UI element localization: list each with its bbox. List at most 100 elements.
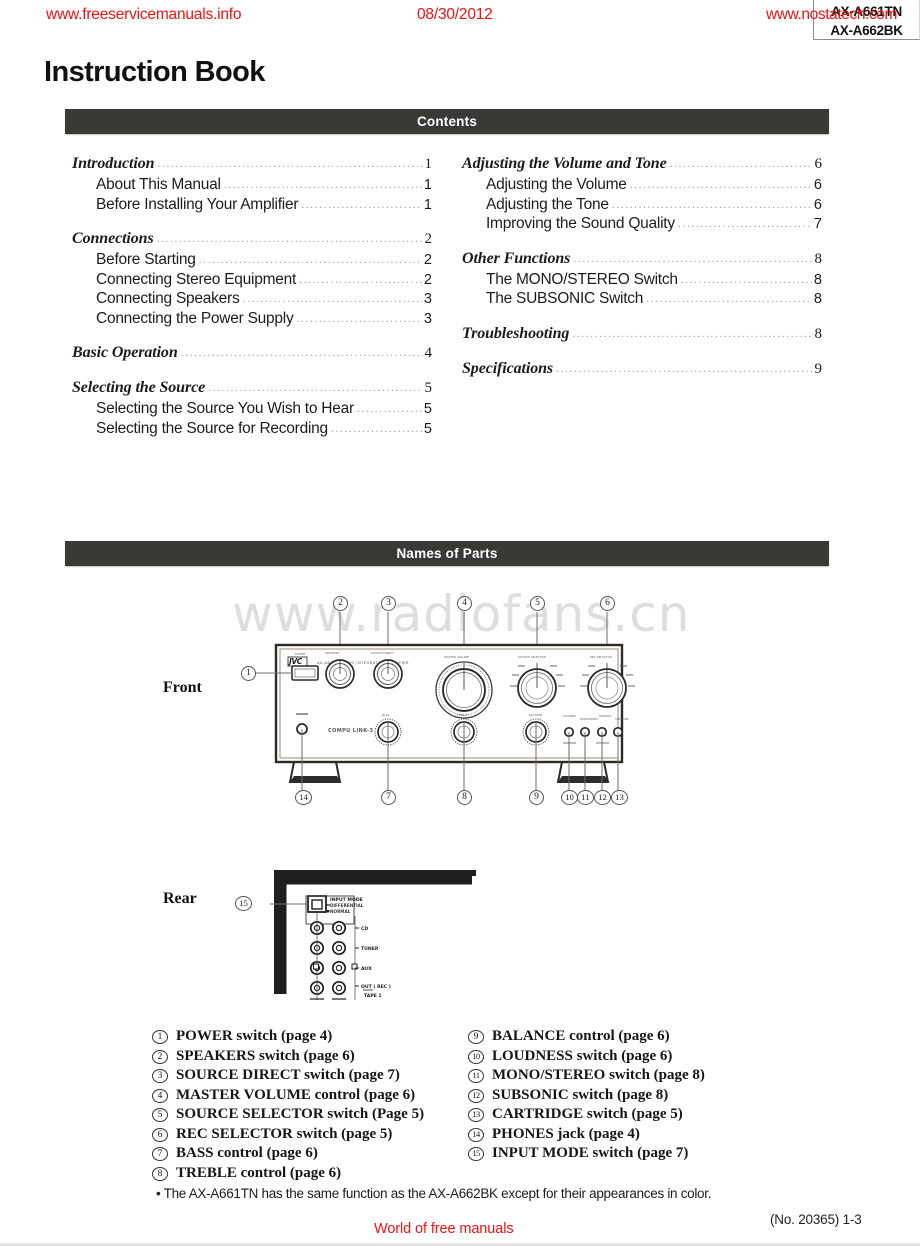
- toc-entry[interactable]: Connections.............................…: [72, 231, 432, 247]
- toc-entry-label: Before Installing Your Amplifier: [96, 195, 299, 213]
- toc-leader-dots: ........................................…: [296, 313, 422, 325]
- toc-group: Other Functions.........................…: [462, 249, 823, 307]
- svg-text:COMPU LINK-3: COMPU LINK-3: [328, 728, 374, 734]
- legend-item-text: SOURCE DIRECT switch (page 7): [176, 1067, 400, 1083]
- toc-entry-page: 8: [814, 250, 823, 267]
- legend-item-text: MONO/STEREO switch (page 8): [492, 1067, 705, 1083]
- callout-1: 1: [241, 666, 256, 681]
- contents-banner-label: Contents: [416, 114, 478, 129]
- toc-entry-page: 9: [814, 360, 823, 377]
- toc-entry[interactable]: About This Manual.......................…: [72, 177, 432, 193]
- toc-leader-dots: ........................................…: [156, 234, 423, 245]
- toc-entry-label: Improving the Sound Quality: [486, 215, 675, 232]
- callout-7: 7: [381, 790, 396, 805]
- toc-entry[interactable]: Before Installing Your Amplifier........…: [72, 195, 432, 213]
- callout-2: 2: [333, 596, 348, 611]
- toc-entry-page: 5: [424, 380, 433, 396]
- toc-entry[interactable]: Specifications..........................…: [462, 360, 823, 377]
- toc-entry-label: Adjusting the Volume and Tone: [462, 155, 667, 172]
- toc-entry-label: Selecting the Source You Wish to Hear: [96, 400, 354, 417]
- callout-13: 13: [611, 790, 628, 805]
- toc-leader-dots: ........................................…: [301, 199, 422, 211]
- legend-item-number: 6: [152, 1127, 168, 1142]
- model-number-secondary: AX-A662BK: [830, 22, 903, 38]
- toc-entry[interactable]: Connecting Stereo Equipment.............…: [72, 271, 432, 288]
- legend-item: 2 SPEAKERS switch (page 6): [152, 1048, 424, 1064]
- contents-banner: Contents: [65, 109, 829, 134]
- toc-entry[interactable]: Connecting Speakers.....................…: [72, 291, 432, 307]
- toc-leader-dots: ........................................…: [356, 404, 422, 415]
- toc-entry[interactable]: Before Starting.........................…: [72, 252, 432, 268]
- toc-column-right: Adjusting the Volume and Tone...........…: [462, 156, 822, 396]
- toc-group: Introduction............................…: [72, 156, 432, 212]
- toc-entry-page: 3: [423, 291, 432, 307]
- toc-entry-page: 8: [813, 291, 822, 307]
- svg-text:SOURCE DIRECT: SOURCE DIRECT: [371, 651, 394, 655]
- toc-column-left: Introduction............................…: [72, 156, 432, 455]
- legend-item-text: BALANCE control (page 6): [492, 1028, 670, 1044]
- toc-entry-page: 1: [423, 196, 432, 213]
- toc-entry-label: Adjusting the Volume: [486, 176, 627, 193]
- callout-10: 10: [561, 790, 578, 805]
- toc-group: Specifications..........................…: [462, 360, 823, 377]
- page-title: Instruction Book: [44, 56, 265, 88]
- callout-3: 3: [381, 596, 396, 611]
- toc-entry[interactable]: Selecting the Source You Wish to Hear...…: [72, 401, 432, 417]
- legend-item-number: 12: [468, 1088, 484, 1103]
- toc-leader-dots: ........................................…: [680, 274, 812, 286]
- legend-item-text: INPUT MODE switch (page 7): [492, 1145, 689, 1161]
- legend-item: 14 PHONES jack (page 4): [468, 1126, 705, 1142]
- footer-page-number: (No. 20365) 1-3: [770, 1212, 862, 1227]
- toc-entry[interactable]: Troubleshooting.........................…: [462, 325, 822, 342]
- callout-15: 15: [235, 896, 252, 911]
- callout-14: 14: [295, 790, 312, 805]
- svg-text:POWER: POWER: [295, 652, 305, 656]
- toc-group: Adjusting the Volume and Tone...........…: [462, 156, 822, 232]
- callout-11: 11: [577, 790, 594, 805]
- rear-panel-diagram: INPUT MODE DIFFERENTIAL NORMAL CD TUNER …: [270, 870, 476, 1000]
- toc-entry-page: 5: [423, 420, 432, 437]
- callout-8: 8: [457, 790, 472, 805]
- toc-entry-label: About This Manual: [96, 176, 221, 193]
- toc-entry-label: Connecting Speakers: [96, 290, 240, 307]
- toc-entry[interactable]: The SUBSONIC Switch.....................…: [462, 291, 822, 307]
- svg-text:SPEAKERS: SPEAKERS: [325, 651, 340, 655]
- toc-leader-dots: ........................................…: [611, 199, 812, 211]
- legend-item: 6 REC SELECTOR switch (page 5): [152, 1126, 424, 1142]
- toc-entry[interactable]: Selecting the Source for Recording......…: [72, 420, 432, 437]
- legend-item-number: 10: [468, 1049, 484, 1064]
- toc-entry-page: 6: [813, 196, 822, 213]
- toc-entry-page: 2: [423, 271, 432, 288]
- toc-leader-dots: ........................................…: [223, 180, 422, 191]
- toc-entry[interactable]: Selecting the Source....................…: [72, 380, 432, 396]
- toc-entry[interactable]: Other Functions.........................…: [462, 249, 823, 267]
- toc-entry-label: Introduction: [72, 155, 155, 172]
- page: www.freeservicemanuals.info 08/30/2012 w…: [0, 0, 920, 1246]
- toc-entry[interactable]: Improving the Sound Quality.............…: [462, 216, 822, 232]
- toc-entry-page: 6: [814, 156, 823, 172]
- toc-entry-label: Other Functions: [462, 249, 571, 267]
- toc-leader-dots: ........................................…: [556, 363, 812, 375]
- toc-leader-dots: ........................................…: [157, 159, 422, 170]
- legend-item-number: 7: [152, 1147, 168, 1161]
- legend-item: 10 LOUDNESS switch (page 6): [468, 1048, 705, 1064]
- toc-entry[interactable]: Connecting the Power Supply.............…: [72, 310, 432, 327]
- toc-entry[interactable]: Basic Operation.........................…: [72, 345, 432, 361]
- toc-entry[interactable]: Adjusting the Volume....................…: [462, 177, 822, 193]
- toc-entry[interactable]: The MONO/STEREO Switch..................…: [462, 271, 822, 288]
- toc-entry[interactable]: Adjusting the Tone......................…: [462, 196, 822, 213]
- legend-item: 4 MASTER VOLUME control (page 6): [152, 1087, 424, 1103]
- toc-entry-page: 8: [813, 271, 822, 288]
- rear-view-label: Rear: [163, 890, 197, 907]
- scan-source-url-right: www.nostatech.com: [766, 6, 898, 23]
- toc-leader-dots: ........................................…: [572, 328, 813, 340]
- svg-text:MONO/STEREO: MONO/STEREO: [580, 718, 598, 721]
- toc-entry-page: 3: [423, 310, 432, 327]
- toc-entry[interactable]: Adjusting the Volume and Tone...........…: [462, 156, 822, 172]
- footnote: • The AX-A661TN has the same function as…: [156, 1186, 712, 1201]
- toc-entry[interactable]: Introduction............................…: [72, 156, 432, 172]
- legend-item-number: 8: [152, 1166, 168, 1181]
- toc-leader-dots: ........................................…: [669, 159, 813, 170]
- toc-entry-label: Connections: [72, 230, 154, 247]
- svg-text:REC SELECTOR: REC SELECTOR: [590, 655, 612, 659]
